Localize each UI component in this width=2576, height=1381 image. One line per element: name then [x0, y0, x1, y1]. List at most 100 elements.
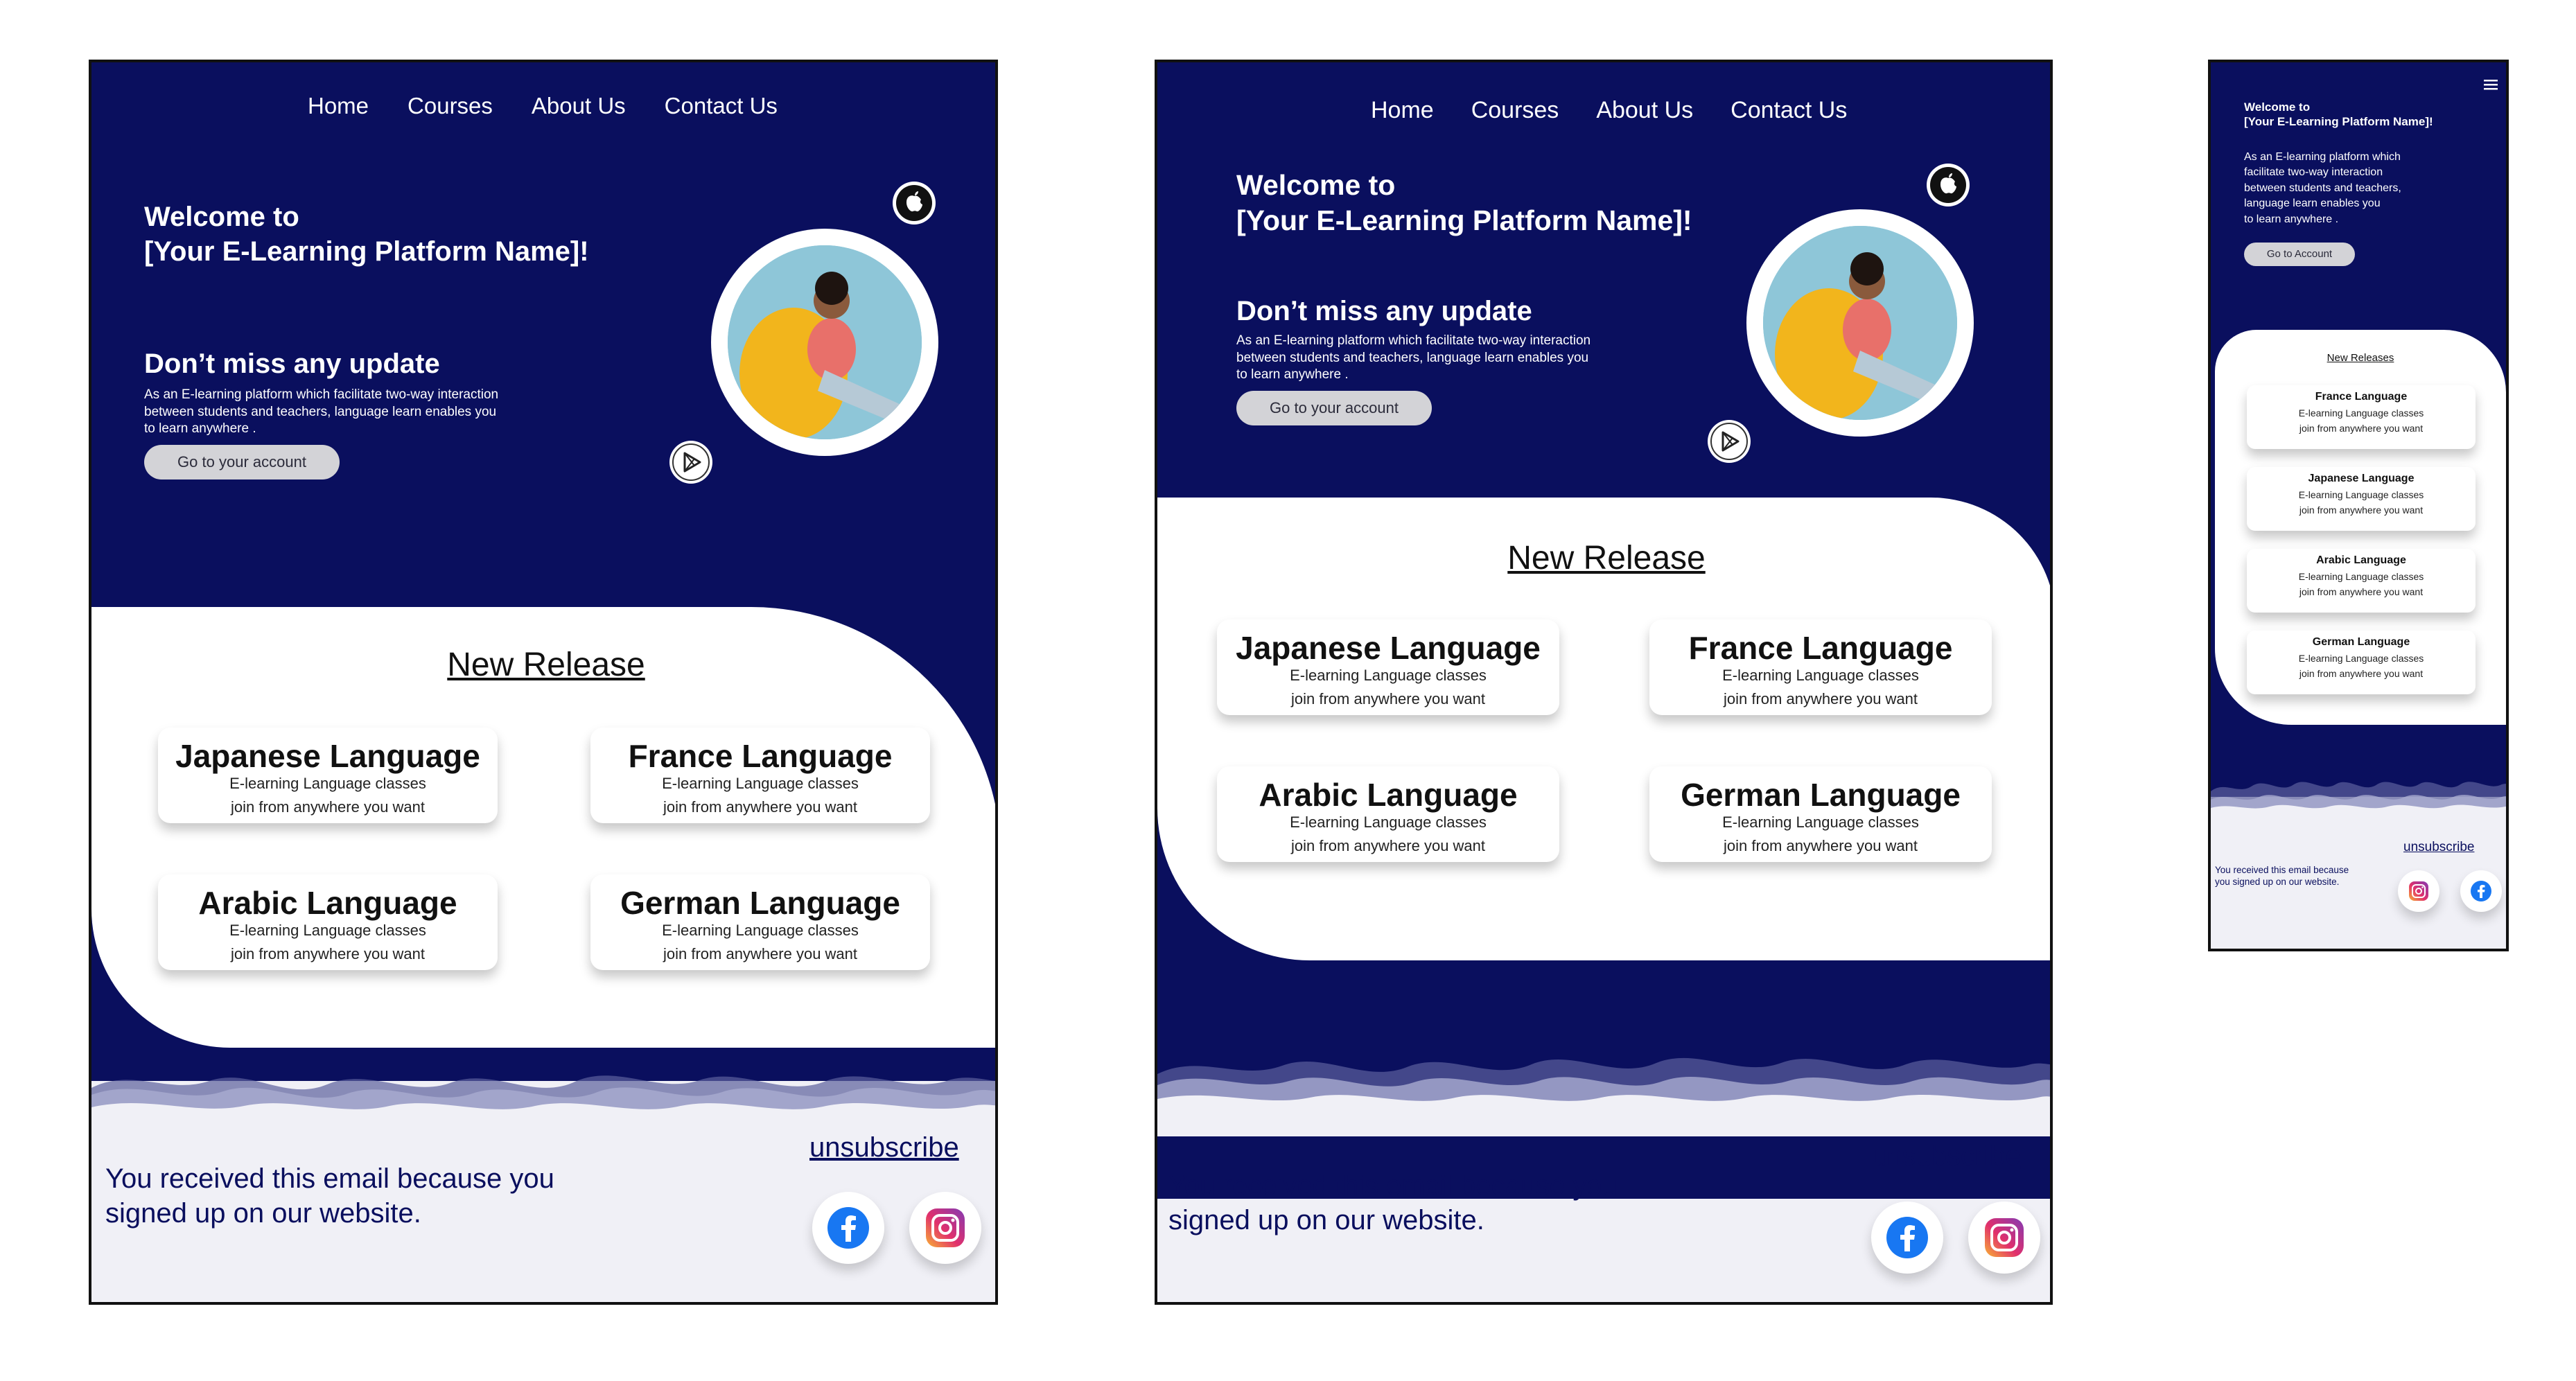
- card-line-2: join from anywhere you want: [2299, 423, 2424, 434]
- description-line-3: to learn anywhere .: [1236, 367, 1349, 382]
- go-to-account-button[interactable]: Go to your account: [1236, 391, 1432, 425]
- footer-notice-line-2: you signed up on our website.: [2215, 876, 2340, 887]
- description-line-2: between students and teachers, language …: [1236, 350, 1589, 365]
- card-line-1: E-learning Language classes: [2298, 489, 2424, 500]
- course-card-france[interactable]: France Language E-learning Language clas…: [2247, 385, 2476, 449]
- card-line-2: join from anywhere you want: [1290, 837, 1486, 854]
- footer-notice-line-2: signed up on our website.: [105, 1198, 421, 1229]
- person-in-beanbag-illustration: [1763, 226, 1957, 420]
- course-card-german[interactable]: German Language E-learning Language clas…: [590, 874, 930, 970]
- instagram-icon: [926, 1208, 965, 1247]
- facebook-button[interactable]: [1871, 1202, 1943, 1274]
- card-line-1: E-learning Language classes: [229, 775, 426, 792]
- instagram-icon: [2409, 881, 2428, 901]
- unsubscribe-link[interactable]: unsubscribe: [2403, 840, 2474, 855]
- footer-notice: You received this email because you sign…: [2215, 865, 2349, 888]
- person-in-beanbag-illustration: [728, 245, 922, 439]
- apple-icon[interactable]: [1927, 164, 1970, 206]
- course-card-arabic[interactable]: Arabic Language E-learning Language clas…: [1217, 766, 1559, 862]
- description-line-4: language learn enables you: [2244, 197, 2381, 210]
- nav-about-us[interactable]: About Us: [532, 93, 626, 119]
- hamburger-menu-icon[interactable]: [2482, 78, 2499, 91]
- course-card-japanese[interactable]: Japanese Language E-learning Language cl…: [2247, 467, 2476, 531]
- card-title: France Language: [628, 738, 893, 774]
- welcome-line-2: [Your E-Learning Platform Name]!: [1236, 204, 1692, 237]
- card-line-2: join from anywhere you want: [1723, 837, 1918, 854]
- course-card-german[interactable]: German Language E-learning Language clas…: [2247, 631, 2476, 694]
- nav-contact-us[interactable]: Contact Us: [665, 93, 778, 119]
- card-title: German Language: [1681, 777, 1961, 813]
- card-line-1: E-learning Language classes: [662, 775, 859, 792]
- description-line-3: to learn anywhere .: [144, 421, 256, 437]
- card-title: Arabic Language: [2316, 554, 2406, 566]
- instagram-button[interactable]: [909, 1192, 981, 1264]
- instagram-icon: [1985, 1218, 2024, 1257]
- go-to-account-button[interactable]: Go to Account: [2244, 243, 2355, 266]
- welcome-line-1: Welcome to: [144, 202, 299, 232]
- card-line-2: join from anywhere you want: [230, 945, 426, 962]
- course-card-france[interactable]: France Language E-learning Language clas…: [590, 728, 930, 823]
- description-line-3: between students and teachers,: [2244, 182, 2401, 194]
- card-title: German Language: [2312, 636, 2410, 648]
- nav-home[interactable]: Home: [1371, 97, 1434, 124]
- card-line-1: E-learning Language classes: [229, 922, 426, 939]
- course-card-japanese[interactable]: Japanese Language E-learning Language cl…: [158, 728, 498, 823]
- card-title: Arabic Language: [198, 885, 457, 921]
- card-title: France Language: [2315, 391, 2408, 403]
- card-line-1: E-learning Language classes: [2298, 407, 2424, 419]
- footer-notice: You received this email because you sign…: [1168, 1168, 1618, 1238]
- nav-courses[interactable]: Courses: [1471, 97, 1559, 124]
- card-title: Arabic Language: [1259, 777, 1518, 813]
- wave-divider: [1157, 1032, 2050, 1136]
- course-card-arabic[interactable]: Arabic Language E-learning Language clas…: [2247, 549, 2476, 613]
- footer-notice: You received this email because you sign…: [105, 1161, 554, 1231]
- new-releases-title: New Releases: [2327, 352, 2394, 364]
- nav-courses[interactable]: Courses: [408, 93, 493, 119]
- card-line-1: E-learning Language classes: [1290, 667, 1487, 684]
- facebook-button[interactable]: [2460, 870, 2502, 912]
- description-line-5: to learn anywhere .: [2244, 213, 2339, 225]
- card-line-1: E-learning Language classes: [2298, 571, 2424, 582]
- instagram-button[interactable]: [1968, 1202, 2040, 1274]
- nav-about-us[interactable]: About Us: [1596, 97, 1693, 124]
- course-card-japanese[interactable]: Japanese Language E-learning Language cl…: [1217, 619, 1559, 715]
- card-line-1: E-learning Language classes: [1290, 813, 1487, 831]
- facebook-icon: [827, 1207, 869, 1249]
- card-title: France Language: [1688, 630, 1953, 666]
- hero-description: As an E-learning platform which facilita…: [2244, 150, 2401, 227]
- play-store-icon[interactable]: [669, 441, 712, 484]
- course-card-arabic[interactable]: Arabic Language E-learning Language clas…: [158, 874, 498, 970]
- nav-contact-us[interactable]: Contact Us: [1731, 97, 1847, 124]
- hero-portrait: [1746, 209, 1974, 437]
- apple-icon[interactable]: [893, 182, 936, 225]
- instagram-button[interactable]: [2398, 870, 2439, 912]
- card-line-2: join from anywhere you want: [663, 945, 858, 962]
- description-line-2: facilitate two-way interaction: [2244, 166, 2383, 179]
- facebook-button[interactable]: [812, 1192, 884, 1264]
- email-frame-desktop-1: Home Courses About Us Contact Us Welcome…: [89, 60, 998, 1305]
- card-line-1: E-learning Language classes: [1722, 813, 1919, 831]
- card-line-2: join from anywhere you want: [1723, 690, 1918, 707]
- welcome-line-2: [Your E-Learning Platform Name]!: [144, 236, 589, 267]
- description-line-1: As an E-learning platform which facilita…: [144, 387, 499, 402]
- go-to-account-button[interactable]: Go to your account: [144, 445, 340, 480]
- hero-description: As an E-learning platform which facilita…: [1236, 333, 1591, 384]
- card-line-2: join from anywhere you want: [663, 798, 858, 816]
- footer-notice-line-1: You received this email because: [2215, 865, 2349, 875]
- card-title: Japanese Language: [175, 738, 480, 774]
- course-card-german[interactable]: German Language E-learning Language clas…: [1649, 766, 1992, 862]
- card-line-2: join from anywhere you want: [2299, 586, 2424, 597]
- update-heading: Don’t miss any update: [1236, 296, 1532, 326]
- play-store-icon[interactable]: [1708, 420, 1751, 463]
- nav-home[interactable]: Home: [308, 93, 369, 119]
- course-card-france[interactable]: France Language E-learning Language clas…: [1649, 619, 1992, 715]
- welcome-heading: Welcome to [Your E-Learning Platform Nam…: [1236, 168, 1692, 239]
- card-line-1: E-learning Language classes: [2298, 653, 2424, 664]
- welcome-line-2: [Your E-Learning Platform Name]!: [2244, 115, 2433, 129]
- card-line-2: join from anywhere you want: [230, 798, 426, 816]
- unsubscribe-link[interactable]: unsubscribe: [1871, 1141, 2021, 1172]
- wave-divider: [91, 1053, 995, 1129]
- facebook-icon: [1886, 1217, 1928, 1258]
- card-title: Japanese Language: [1236, 630, 1541, 666]
- unsubscribe-link[interactable]: unsubscribe: [809, 1132, 959, 1163]
